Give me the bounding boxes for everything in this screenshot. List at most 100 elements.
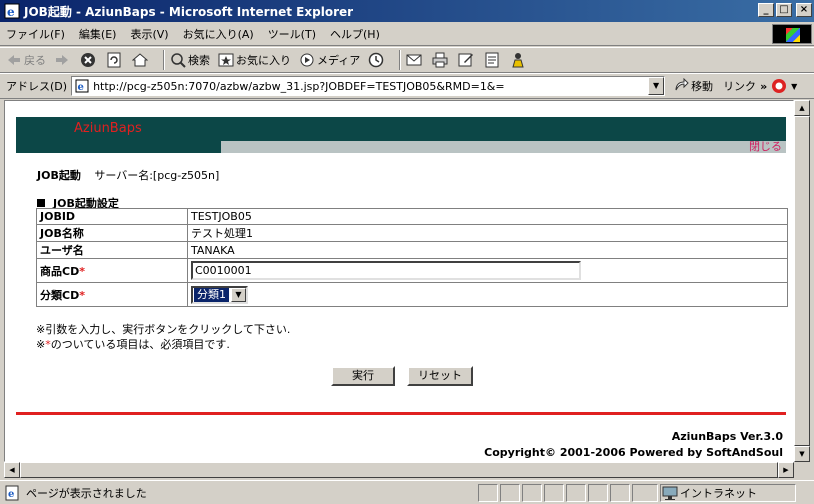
product-cd-input[interactable]: C0010001: [191, 261, 581, 280]
scroll-down-icon[interactable]: ▼: [794, 446, 810, 462]
media-button[interactable]: メディア: [299, 52, 360, 68]
windows-logo: [772, 24, 812, 44]
required-mark: *: [79, 288, 85, 302]
browser-viewport: AziunBaps 閉じる JOB起動 サーバー名:[pcg-z505n] JO…: [4, 100, 794, 462]
history-button[interactable]: [368, 52, 386, 68]
favorites-button[interactable]: お気に入り: [218, 52, 291, 68]
page-heading: JOB起動 サーバー名:[pcg-z505n]: [37, 167, 219, 183]
bullet-square-icon: [37, 199, 45, 207]
server-name: サーバー名:[pcg-z505n]: [94, 169, 220, 182]
category-cd-cell: 分類1 ▼: [188, 283, 787, 306]
edit-icon: [458, 53, 474, 67]
ie-settings-icon[interactable]: [771, 78, 787, 94]
back-label: 戻る: [24, 54, 46, 67]
table-row: JOB名称 テスト処理1: [37, 225, 787, 241]
scroll-left-icon[interactable]: ◀: [4, 462, 20, 478]
table-row: 分類CD* 分類1 ▼: [37, 283, 787, 306]
menu-help[interactable]: ヘルプ(H): [330, 26, 380, 42]
minimize-button[interactable]: _: [758, 3, 774, 17]
svg-text:e: e: [8, 489, 14, 500]
discuss-button[interactable]: [484, 52, 502, 68]
footer: AziunBaps Ver.3.0 Copyright© 2001-2006 P…: [484, 429, 783, 461]
note-prefix: ※: [36, 338, 46, 351]
username-value: TANAKA: [188, 242, 787, 258]
favorites-icon: [218, 53, 234, 67]
note-line-1: ※引数を入力し、実行ボタンをクリックして下さい.: [36, 323, 291, 336]
category-cd-label: 分類CD: [40, 288, 80, 302]
media-icon: [300, 53, 314, 67]
status-pane: [544, 484, 564, 502]
execute-button[interactable]: 実行: [331, 366, 395, 386]
scroll-up-icon[interactable]: ▲: [794, 100, 810, 116]
status-pane: [610, 484, 630, 502]
menu-tools[interactable]: ツール(T): [268, 26, 316, 42]
address-url: http://pcg-z505n:7070/azbw/azbw_31.jsp?J…: [93, 79, 505, 93]
close-link[interactable]: 閉じる: [749, 141, 782, 153]
refresh-button[interactable]: [106, 52, 124, 68]
jobname-label: JOB名称: [37, 225, 187, 241]
maximize-button[interactable]: □: [776, 3, 792, 17]
menu-view[interactable]: 表示(V): [130, 26, 168, 42]
forward-button[interactable]: [54, 52, 72, 68]
footer-copyright: Copyright© 2001-2006 Powered by SoftAndS…: [484, 446, 783, 459]
address-input[interactable]: e http://pcg-z505n:7070/azbw/azbw_31.jsp…: [71, 76, 666, 96]
vertical-scroll-thumb[interactable]: [794, 116, 810, 446]
svg-text:e: e: [78, 82, 84, 93]
product-cd-label: 商品CD: [40, 264, 80, 278]
toolbar: 戻る 検索 お気に入り メディア: [0, 47, 814, 73]
footer-version: AziunBaps Ver.3.0: [671, 430, 783, 443]
stop-button[interactable]: [80, 52, 98, 68]
note-line-2: ※*のついている項目は、必須項目です.: [36, 337, 290, 352]
app-subbar: 閉じる: [16, 141, 786, 153]
table-row: ユーザ名 TANAKA: [37, 242, 787, 258]
svg-text:e: e: [7, 5, 15, 19]
edit-button[interactable]: [458, 52, 476, 68]
address-dropdown-button[interactable]: ▼: [648, 77, 665, 95]
menu-favorites[interactable]: お気に入り(A): [183, 26, 254, 42]
go-arrow-icon: [675, 78, 689, 91]
messenger-button[interactable]: [510, 52, 528, 68]
toolbar-separator: [163, 50, 165, 70]
category-cd-label-cell: 分類CD*: [37, 283, 187, 306]
links-button[interactable]: リンク: [723, 78, 756, 94]
page-done-icon: e: [5, 485, 19, 500]
jobid-value: TESTJOB05: [188, 209, 787, 224]
address-bar: アドレス(D) e http://pcg-z505n:7070/azbw/azb…: [0, 73, 814, 99]
job-settings-table: JOBID TESTJOB05 JOB名称 テスト処理1 ユーザ名 TANAKA…: [36, 208, 788, 307]
page-title: JOB起動: [37, 169, 81, 182]
reset-button[interactable]: リセット: [407, 366, 473, 386]
horizontal-scroll-thumb[interactable]: [20, 462, 778, 478]
home-icon: [132, 53, 148, 67]
security-zone: イントラネット: [662, 484, 757, 502]
category-cd-select[interactable]: 分類1 ▼: [191, 285, 248, 304]
menu-file[interactable]: ファイル(F): [6, 26, 65, 42]
links-more-icon[interactable]: »: [760, 80, 767, 93]
mail-icon: [406, 54, 422, 66]
close-window-button[interactable]: ×: [796, 3, 812, 17]
menu-bar: ファイル(F) 編集(E) 表示(V) お気に入り(A) ツール(T) ヘルプ(…: [0, 22, 814, 46]
print-button[interactable]: [432, 52, 450, 68]
home-button[interactable]: [132, 52, 150, 68]
messenger-icon: [512, 53, 524, 68]
refresh-icon: [107, 52, 121, 68]
scroll-right-icon[interactable]: ▶: [778, 462, 794, 478]
required-mark: *: [79, 264, 85, 278]
mail-button[interactable]: [406, 52, 424, 68]
ie-page-icon: e: [4, 3, 20, 19]
footer-divider: [16, 412, 786, 415]
chevron-down-icon[interactable]: ▼: [231, 287, 246, 302]
jobid-label: JOBID: [37, 209, 187, 224]
go-button[interactable]: 移動: [673, 78, 713, 94]
vertical-scrollbar[interactable]: ▲ ▼: [794, 100, 810, 462]
go-label: 移動: [691, 80, 714, 93]
intranet-icon: [662, 486, 678, 500]
horizontal-scrollbar[interactable]: ◀ ▶: [4, 462, 794, 478]
username-label: ユーザ名: [37, 242, 187, 258]
status-bar: e ページが表示されました イントラネット: [0, 480, 814, 504]
menu-edit[interactable]: 編集(E): [79, 26, 117, 42]
stop-icon: [81, 53, 95, 67]
table-row: JOBID TESTJOB05: [37, 209, 787, 224]
search-button[interactable]: 検索: [170, 52, 210, 68]
ie-settings-dropdown-icon[interactable]: ▼: [791, 82, 797, 91]
back-button[interactable]: 戻る: [6, 52, 46, 68]
